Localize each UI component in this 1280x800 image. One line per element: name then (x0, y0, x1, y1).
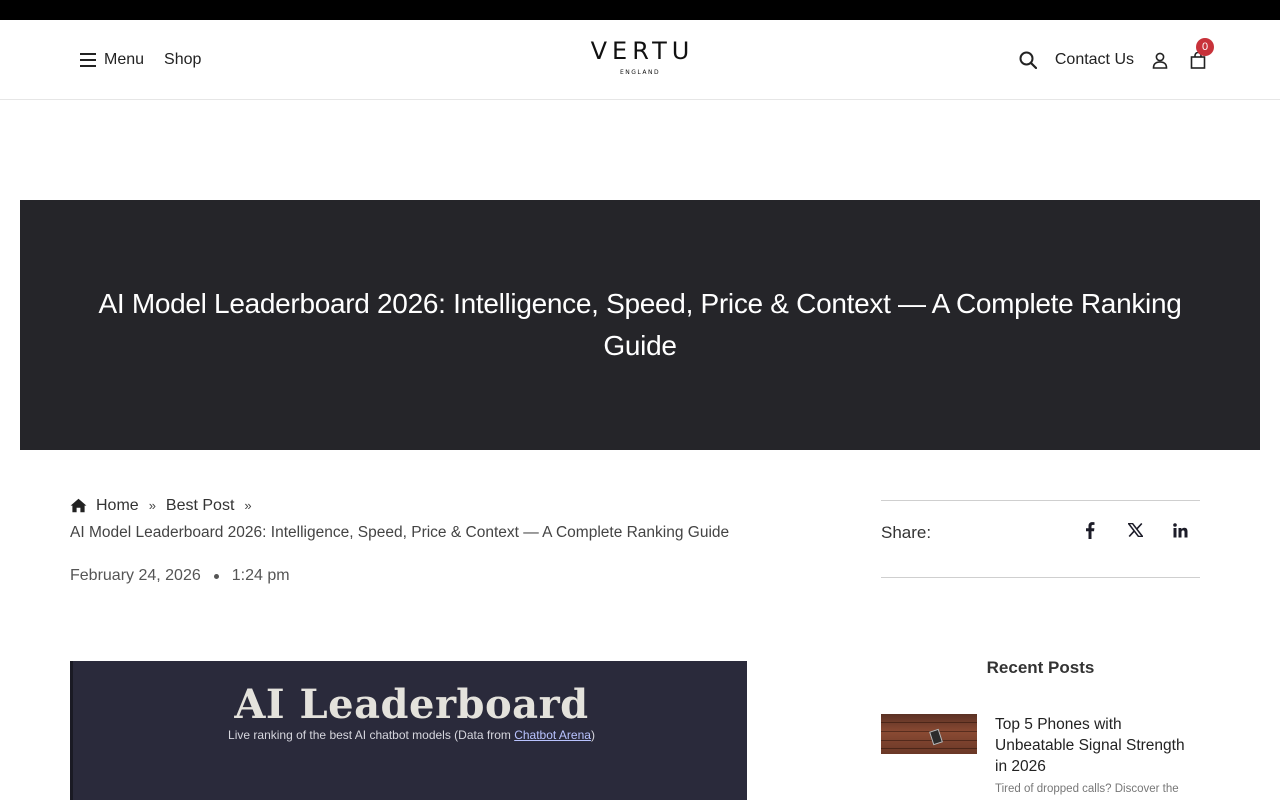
recent-post-title[interactable]: Top 5 Phones with Unbeatable Signal Stre… (995, 714, 1200, 777)
search-icon[interactable] (1019, 51, 1037, 69)
hamburger-icon (80, 53, 96, 67)
shop-link[interactable]: Shop (164, 51, 201, 69)
breadcrumb-home-label: Home (96, 497, 139, 514)
menu-button[interactable]: Menu (80, 51, 144, 69)
breadcrumb-separator: » (148, 498, 156, 513)
breadcrumb-separator: » (244, 498, 252, 513)
share-icons (1080, 520, 1190, 540)
breadcrumb-current: AI Model Leaderboard 2026: Intelligence,… (70, 524, 730, 541)
linkedin-icon[interactable] (1170, 520, 1190, 540)
cart-button[interactable]: 0 (1190, 37, 1214, 69)
home-icon (70, 498, 87, 513)
breadcrumb: Home » Best Post » AI Model Leaderboard … (70, 492, 790, 546)
breadcrumb-home[interactable]: Home (70, 492, 139, 519)
logo-subtitle: ENGLAND (619, 69, 661, 76)
post-meta: February 24, 2026 1:24 pm (70, 567, 290, 585)
chatbot-arena-link: Chatbot Arena (514, 728, 591, 742)
share-panel: Share: (881, 500, 1200, 578)
cart-count-badge: 0 (1196, 37, 1214, 56)
recent-posts-heading: Recent Posts (986, 658, 1095, 677)
featured-image: AI Leaderboard Live ranking of the best … (70, 661, 747, 800)
logo-wordmark: VERTU (590, 37, 695, 65)
recent-post-excerpt: Tired of dropped calls? Discover the (995, 783, 1179, 795)
breadcrumb-category[interactable]: Best Post (166, 492, 234, 519)
meta-separator-dot (213, 573, 219, 579)
post-title: AI Model Leaderboard 2026: Intelligence,… (98, 288, 1182, 361)
header-left-nav: Menu Shop (80, 20, 201, 100)
post-hero-banner: AI Model Leaderboard 2026: Intelligence,… (20, 200, 1260, 450)
user-account-icon[interactable] (1152, 52, 1168, 69)
recent-post-thumbnail[interactable] (881, 714, 977, 754)
x-icon[interactable] (1125, 520, 1145, 540)
post-date: February 24, 2026 (70, 567, 201, 584)
vertu-logo[interactable]: VERTU ENGLAND (540, 38, 740, 76)
featured-image-title: AI Leaderboard (234, 681, 589, 728)
header-right-nav: Contact Us 0 (1019, 20, 1214, 100)
facebook-icon[interactable] (1080, 520, 1100, 540)
top-strip (0, 0, 1280, 20)
site-header: Menu Shop VERTU ENGLAND Contact Us 0 (0, 20, 1280, 100)
recent-post-item[interactable]: Top 5 Phones with Unbeatable Signal Stre… (881, 714, 1200, 795)
post-time: 1:24 pm (231, 567, 290, 584)
contact-us-link[interactable]: Contact Us (1055, 51, 1134, 69)
share-label: Share: (881, 523, 932, 542)
menu-label: Menu (104, 51, 145, 68)
featured-image-subtitle: Live ranking of the best AI chatbot mode… (228, 728, 595, 742)
